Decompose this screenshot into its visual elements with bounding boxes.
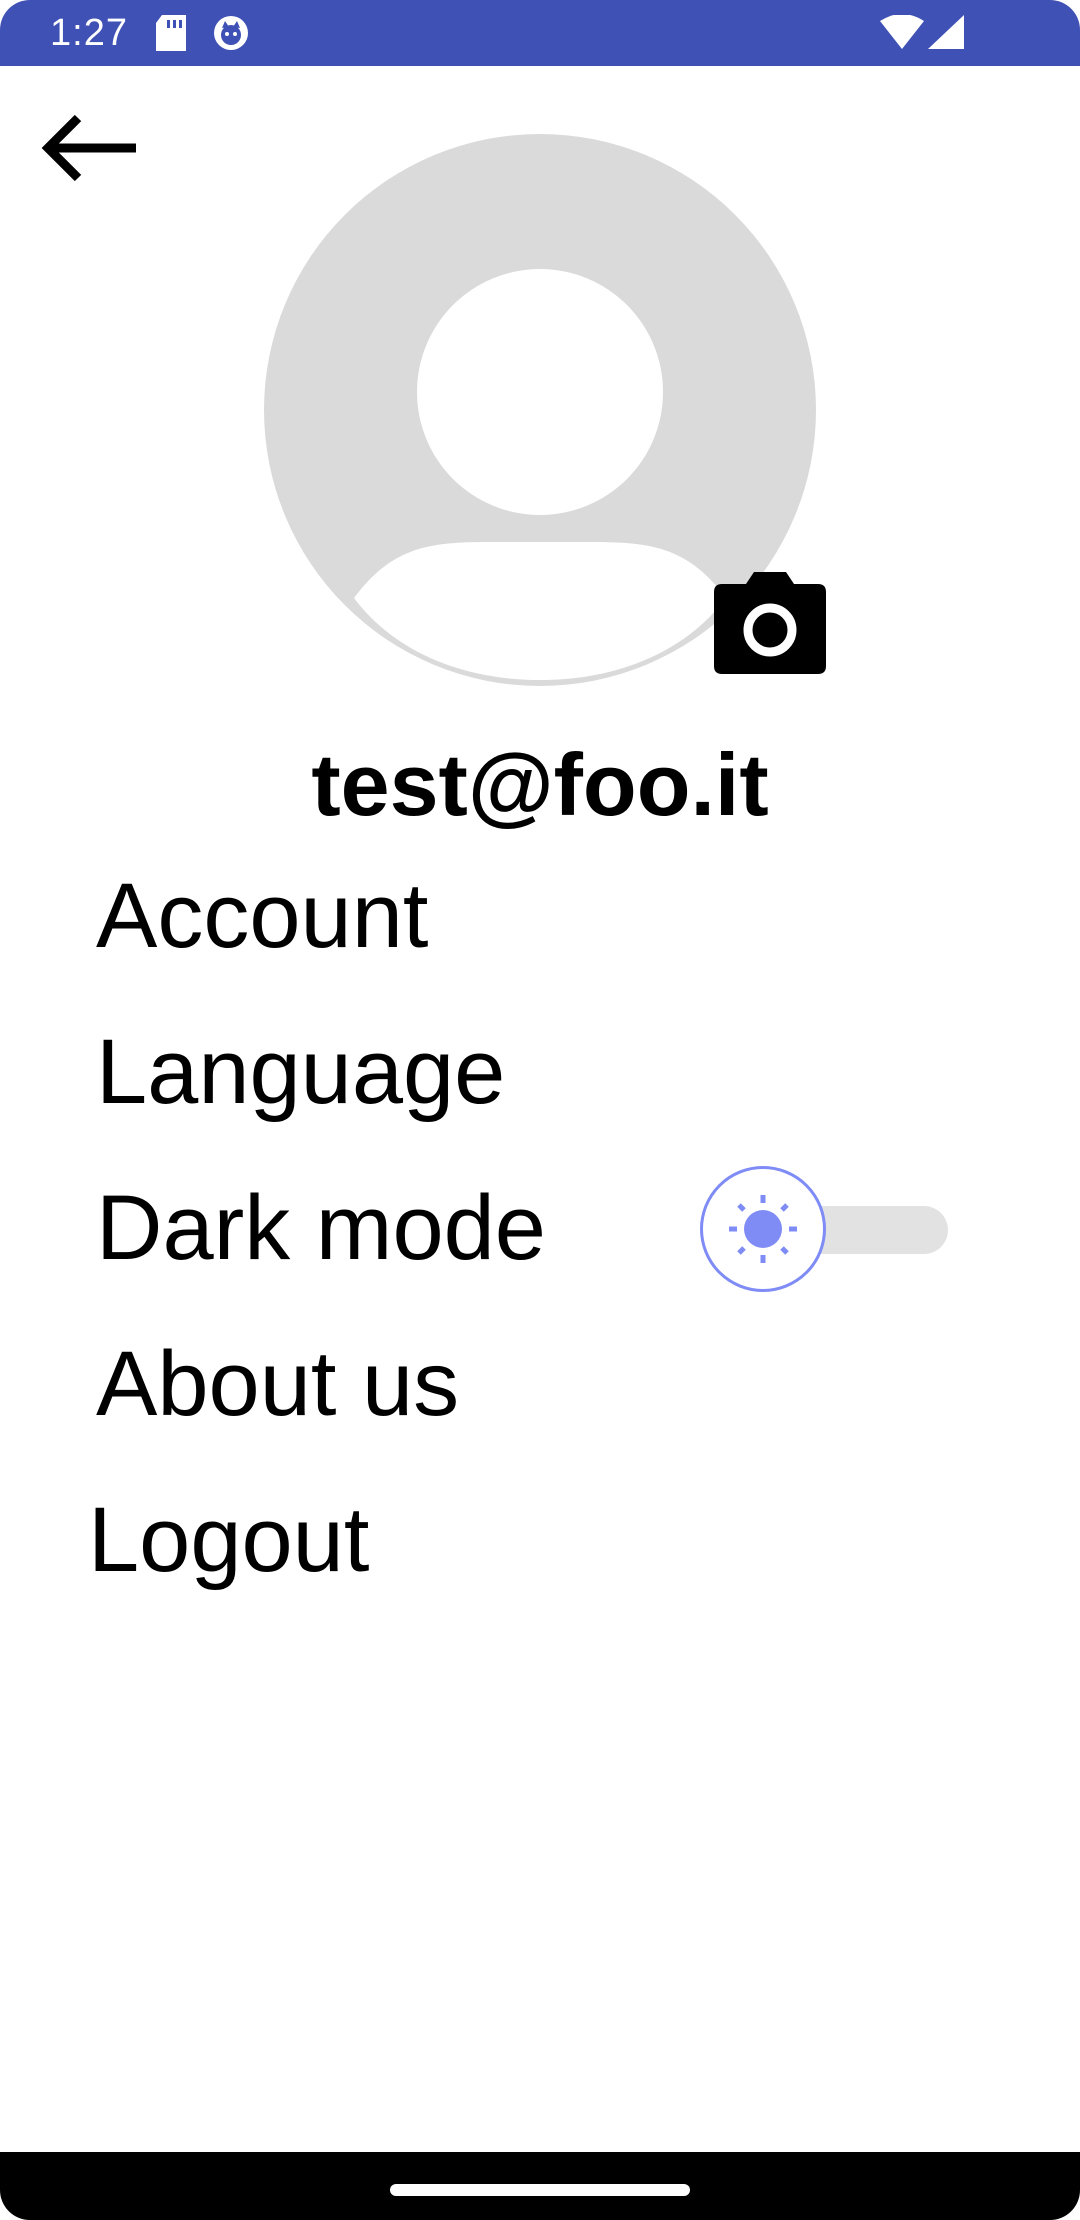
change-photo-button[interactable]	[708, 570, 832, 678]
arrow-left-icon	[40, 113, 140, 188]
menu-item-dark-mode: Dark mode	[96, 1177, 546, 1279]
menu-item-about-us[interactable]: About us	[96, 1324, 459, 1444]
dark-mode-toggle[interactable]	[698, 1164, 954, 1298]
menu-item-language[interactable]: Language	[96, 1012, 505, 1132]
wifi-icon	[880, 14, 924, 56]
status-bar: 1:27	[0, 0, 1080, 66]
back-button[interactable]	[30, 110, 150, 190]
menu-item-logout[interactable]: Logout	[88, 1480, 369, 1600]
sd-card-icon	[156, 15, 186, 56]
user-email: test@foo.it	[311, 735, 769, 834]
cellular-signal-icon	[928, 15, 964, 56]
toggle-thumb	[700, 1166, 826, 1292]
status-time: 1:27	[50, 12, 128, 54]
camera-icon	[708, 572, 832, 682]
cat-notification-icon	[213, 15, 249, 56]
menu-item-account[interactable]: Account	[96, 856, 428, 976]
system-nav-bar	[0, 2152, 1080, 2220]
home-indicator[interactable]	[390, 2184, 690, 2196]
